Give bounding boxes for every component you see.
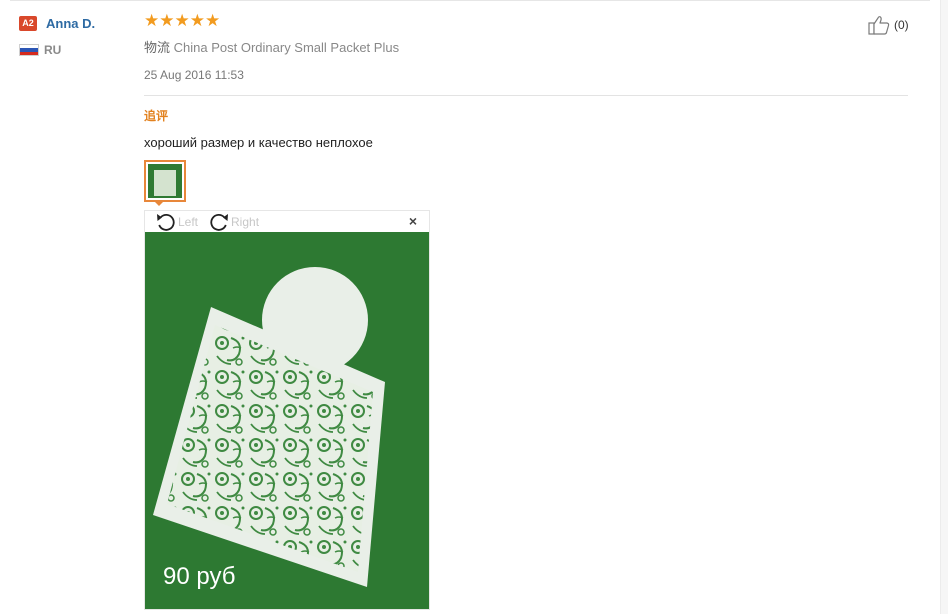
photo-price-caption: 90 руб	[163, 563, 236, 590]
star-rating: ★ ★ ★ ★ ★	[144, 12, 908, 30]
page-scrollbar[interactable]	[940, 0, 948, 614]
shipping-method: China Post Ordinary Small Packet Plus	[173, 40, 400, 55]
thumbnail-pointer	[154, 201, 164, 206]
star-icon: ★	[144, 11, 160, 30]
feedback-text: хороший размер и качество неплохое	[144, 135, 373, 150]
shipping-info: 物流 China Post Ordinary Small Packet Plus	[144, 37, 908, 56]
thumbs-up-icon	[868, 16, 890, 35]
star-icon: ★	[189, 11, 205, 30]
rotate-left-label: Left	[178, 214, 199, 229]
buyer-info: A2 Anna D. RU	[19, 14, 134, 59]
viewer-toolbar: Left Right ×	[145, 211, 429, 232]
photo-thumbnail[interactable]	[144, 160, 186, 202]
rotate-right-label: Right	[231, 214, 260, 229]
star-icon: ★	[205, 11, 221, 30]
buyer-name[interactable]: Anna D.	[46, 16, 95, 31]
close-icon[interactable]: ×	[409, 214, 417, 228]
review-photo: 90 руб	[145, 232, 429, 609]
buyer-country: RU	[44, 43, 62, 57]
rotate-right-button[interactable]: Right	[208, 212, 259, 232]
additional-feedback-tag: 追评	[144, 109, 169, 123]
review-date: 25 Aug 2016 11:53	[144, 68, 244, 82]
image-viewer: Left Right × 90 руб	[144, 210, 430, 610]
stencil-photo	[145, 232, 429, 609]
buyer-level-badge: A2	[19, 15, 37, 31]
rotate-right-icon	[210, 213, 229, 231]
star-icon: ★	[159, 11, 175, 30]
review-content: ★ ★ ★ ★ ★ 物流 China Post Ordinary Small P…	[144, 12, 908, 150]
russia-flag-icon	[19, 44, 39, 56]
star-icon: ★	[174, 11, 190, 30]
rotate-left-button[interactable]: Left	[155, 212, 198, 232]
helpful-button[interactable]: (0)	[868, 15, 909, 35]
review-divider	[144, 95, 908, 96]
shipping-label: 物流	[144, 40, 171, 55]
top-divider	[10, 0, 930, 1]
helpful-count: (0)	[894, 18, 909, 32]
thumbnail-image	[148, 164, 182, 198]
rotate-left-icon	[157, 213, 175, 231]
